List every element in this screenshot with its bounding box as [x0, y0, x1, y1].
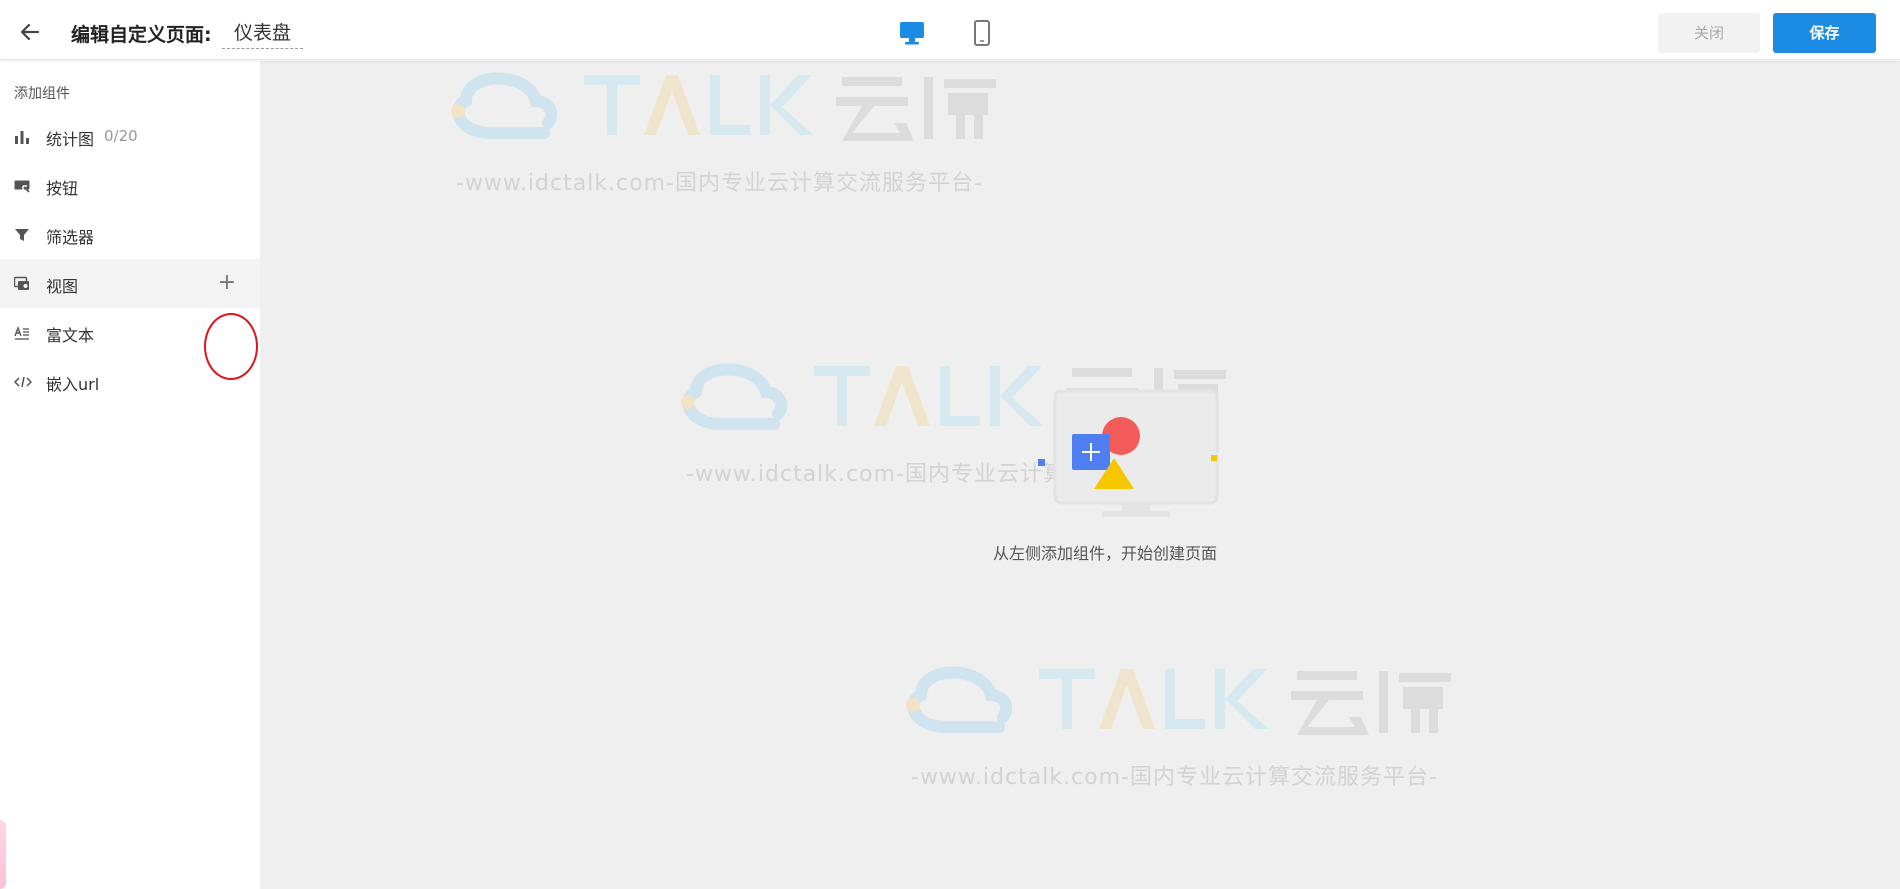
watermark-url: -www.idctalk.com-国内专业云计算交流服务平台-: [456, 171, 983, 196]
rich-text-icon: [14, 325, 30, 341]
close-button[interactable]: 关闭: [1658, 13, 1760, 53]
component-sidebar: 添加组件 统计图 0/20 按钮 筛选器 视图 + 富文本 嵌入url: [0, 61, 260, 889]
embed-code-icon: [13, 374, 33, 390]
desktop-icon[interactable]: [897, 18, 927, 48]
sidebar-item-label: 视图: [46, 277, 79, 296]
edge-decoration: [0, 820, 6, 889]
save-button[interactable]: 保存: [1773, 13, 1876, 53]
sidebar-item-button[interactable]: 按钮: [0, 161, 260, 210]
page-title-label: 编辑自定义页面:: [71, 24, 212, 46]
watermark: -www.idctalk.com-国内专业云计算交流服务平台-: [903, 655, 1463, 795]
sidebar-item-label: 嵌入url: [46, 375, 100, 394]
top-toolbar: 编辑自定义页面: 仪表盘 关闭 保存: [0, 0, 1900, 60]
empty-state-text: 从左侧添加组件，开始创建页面: [992, 544, 1217, 563]
page-canvas[interactable]: -www.idctalk.com-国内专业云计算交流服务平台- -www.idc…: [260, 61, 1900, 889]
add-view-button[interactable]: +: [214, 271, 240, 297]
chart-count: 0/20: [104, 127, 138, 145]
watermark: -www.idctalk.com-国内专业云计算交流服务平台-: [448, 61, 1008, 201]
sidebar-item-view[interactable]: 视图 +: [0, 259, 260, 308]
sidebar-item-label: 富文本: [46, 326, 95, 345]
highlight-circle-annotation: [204, 313, 258, 380]
sidebar-item-label: 按钮: [46, 179, 79, 198]
watermark-url: -www.idctalk.com-国内专业云计算交流服务平台-: [911, 765, 1438, 790]
filter-icon: [14, 227, 30, 243]
back-arrow-icon[interactable]: [16, 18, 44, 46]
empty-state-illustration: [990, 351, 1220, 521]
sidebar-item-label: 统计图: [46, 130, 95, 149]
sidebar-heading: 添加组件: [14, 86, 70, 102]
sidebar-item-chart[interactable]: 统计图 0/20: [0, 112, 260, 161]
sidebar-item-label: 筛选器: [46, 228, 95, 247]
page-name-field[interactable]: 仪表盘: [222, 18, 304, 49]
button-icon: [14, 178, 30, 194]
sidebar-item-filter[interactable]: 筛选器: [0, 210, 260, 259]
bar-chart-icon: [14, 129, 30, 145]
view-icon: [13, 276, 30, 292]
mobile-icon[interactable]: [967, 18, 997, 48]
